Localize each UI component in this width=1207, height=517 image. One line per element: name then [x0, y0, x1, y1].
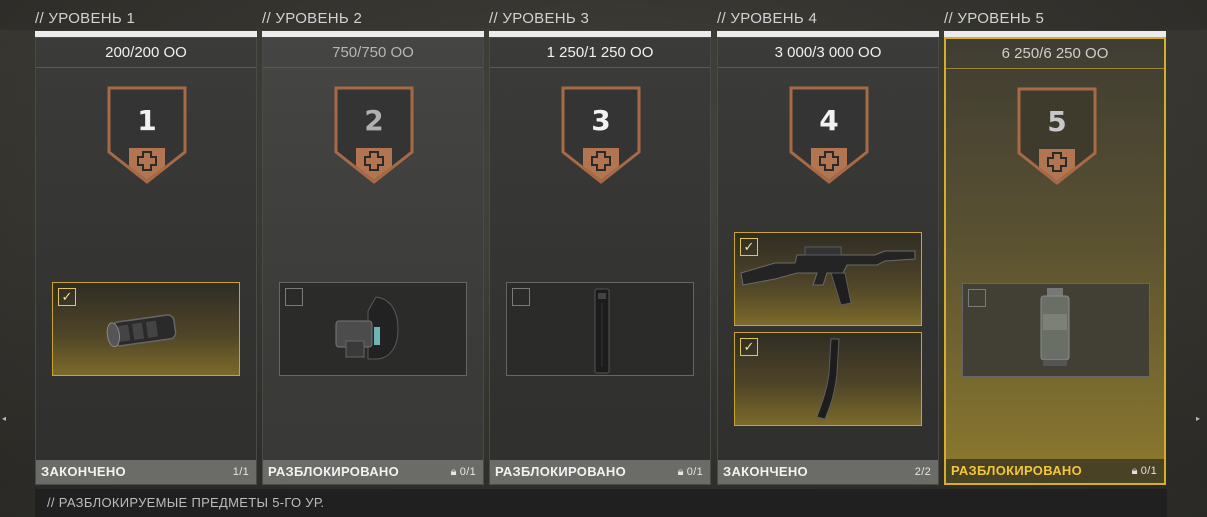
- status-label: РАЗБЛОКИРОВАНО: [951, 463, 1083, 478]
- level-card[interactable]: 1 250/1 250 ОО 3 РАЗБЛОКИРОВАНО 🔒︎ 0/1: [489, 37, 711, 485]
- level-status: ЗАКОНЧЕНО 2/2: [718, 460, 938, 484]
- status-label: РАЗБЛОКИРОВАНО: [495, 464, 627, 479]
- reward-item-magazine[interactable]: [506, 282, 694, 376]
- reward-item-grenade[interactable]: [962, 283, 1150, 377]
- level-card-selected[interactable]: 6 250/6 250 ОО 5 РАЗБЛОКИРОВАНО 🔒︎ 0/1: [944, 37, 1166, 485]
- curved-magazine-icon: [816, 338, 840, 420]
- grenade-icon: [1040, 288, 1070, 366]
- level-column-3: // УРОВЕНЬ 3 1 250/1 250 ОО 3 РАЗБЛОКИРО…: [489, 0, 711, 485]
- level-card[interactable]: 750/750 ОО 2 РАЗБЛОКИРОВАНО 🔒︎ 0/1: [262, 37, 484, 485]
- level-header: // УРОВЕНЬ 1: [35, 10, 136, 27]
- level-number: 4: [819, 104, 838, 137]
- level-header: // УРОВЕНЬ 2: [262, 10, 363, 27]
- footer-unlock-caption: // РАЗБЛОКИРУЕМЫЕ ПРЕДМЕТЫ 5-ГО УР.: [35, 489, 1167, 517]
- reward-item-curved-magazine[interactable]: ✓: [734, 332, 922, 426]
- level-column-1: // УРОВЕНЬ 1 200/200 ОО 1 ✓ ЗАКОНЧЕНО 1/…: [35, 0, 257, 485]
- reward-item-rifle[interactable]: ✓: [734, 232, 922, 326]
- scroll-right-arrow[interactable]: ▸: [1196, 414, 1200, 423]
- lock-icon: 🔒︎: [1131, 465, 1138, 477]
- level-column-5: // УРОВЕНЬ 5 6 250/6 250 ОО 5 РАЗБЛОКИРО…: [944, 0, 1166, 485]
- level-column-4: // УРОВЕНЬ 4 3 000/3 000 ОО 4 ✓ ✓ ЗАКОНЧ…: [717, 0, 939, 485]
- level-badge-icon: 1: [107, 86, 187, 184]
- level-status: РАЗБЛОКИРОВАНО 🔒︎ 0/1: [946, 459, 1164, 483]
- item-count: 1/1: [232, 466, 249, 478]
- points-readout: 3 000/3 000 ОО: [718, 38, 938, 68]
- level-badge-icon: 2: [334, 86, 414, 184]
- rifle-icon: [740, 246, 916, 306]
- reward-item-stock-attachment[interactable]: [279, 282, 467, 376]
- points-readout: 200/200 ОО: [36, 38, 256, 68]
- item-count: 0/1: [1140, 465, 1157, 477]
- status-label: ЗАКОНЧЕНО: [723, 464, 808, 479]
- points-readout: 750/750 ОО: [263, 38, 483, 68]
- scroll-left-arrow[interactable]: ◂: [2, 414, 6, 423]
- level-card[interactable]: 3 000/3 000 ОО 4 ✓ ✓ ЗАКОНЧЕНО 2/2: [717, 37, 939, 485]
- level-status: РАЗБЛОКИРОВАНО 🔒︎ 0/1: [490, 460, 710, 484]
- level-number: 1: [137, 104, 156, 137]
- level-column-2: // УРОВЕНЬ 2 750/750 ОО 2 РАЗБЛОКИРОВАНО…: [262, 0, 484, 485]
- status-label: РАЗБЛОКИРОВАНО: [268, 464, 400, 479]
- muzzle-device-icon: [106, 314, 177, 348]
- item-count: 2/2: [914, 466, 931, 478]
- status-label: ЗАКОНЧЕНО: [41, 464, 126, 479]
- level-header: // УРОВЕНЬ 5: [944, 10, 1045, 27]
- points-readout: 1 250/1 250 ОО: [490, 38, 710, 68]
- item-count: 0/1: [686, 466, 703, 478]
- level-number: 3: [591, 104, 610, 137]
- level-badge-icon: 5: [1017, 87, 1097, 185]
- level-number: 5: [1047, 105, 1066, 138]
- magazine-icon: [594, 288, 610, 374]
- level-header: // УРОВЕНЬ 3: [489, 10, 590, 27]
- level-status: РАЗБЛОКИРОВАНО 🔒︎ 0/1: [263, 460, 483, 484]
- lock-icon: 🔒︎: [677, 466, 684, 478]
- level-header: // УРОВЕНЬ 4: [717, 10, 818, 27]
- points-readout: 6 250/6 250 ОО: [946, 39, 1164, 69]
- level-number: 2: [364, 104, 383, 137]
- lock-icon: 🔒︎: [450, 466, 457, 478]
- level-card[interactable]: 200/200 ОО 1 ✓ ЗАКОНЧЕНО 1/1: [35, 37, 257, 485]
- stock-attachment-icon: [335, 296, 399, 360]
- reward-item-muzzle-device[interactable]: ✓: [52, 282, 240, 376]
- item-count: 0/1: [459, 466, 476, 478]
- level-status: ЗАКОНЧЕНО 1/1: [36, 460, 256, 484]
- level-badge-icon: 4: [789, 86, 869, 184]
- level-badge-icon: 3: [561, 86, 641, 184]
